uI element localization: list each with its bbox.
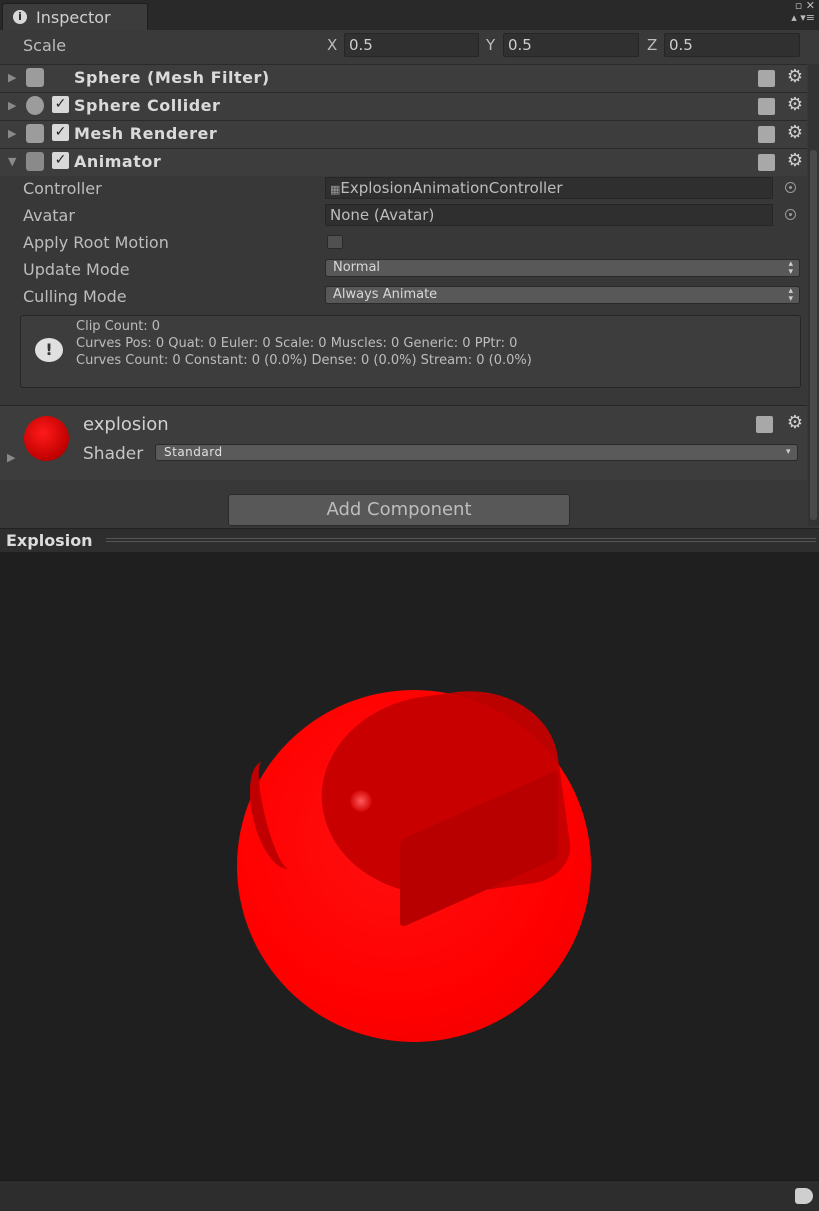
- material-section: explosion Shader Standard ▾ ▶ ⚙: [0, 405, 807, 480]
- book-icon[interactable]: [758, 98, 775, 115]
- culling-mode-dropdown[interactable]: Always Animate ▴ ▾: [325, 286, 800, 304]
- fold-arrow-icon[interactable]: ▶: [8, 99, 16, 112]
- scale-x-label[interactable]: X: [327, 36, 337, 54]
- tab-inspector-label: Inspector: [36, 8, 111, 27]
- controller-field[interactable]: ▦ExplosionAnimationController: [325, 177, 773, 199]
- add-component-button[interactable]: Add Component: [228, 494, 570, 526]
- component-animator[interactable]: ▼ ✓ Animator ⚙: [0, 148, 807, 176]
- dropdown-arrows-icon: ▴ ▾: [788, 286, 793, 304]
- controller-label: Controller: [23, 179, 102, 198]
- scale-label: Scale: [23, 36, 67, 55]
- info-line-curves-count: Curves Count: 0 Constant: 0 (0.0%) Dense…: [76, 353, 532, 368]
- gear-icon[interactable]: ⚙: [787, 412, 803, 433]
- scale-x-field[interactable]: 0.5: [344, 33, 479, 57]
- tab-inspector[interactable]: i Inspector: [2, 3, 148, 30]
- sphere-collider-icon: [26, 96, 44, 115]
- scale-y-field[interactable]: 0.5: [503, 33, 639, 57]
- animator-title: Animator: [74, 152, 162, 171]
- inspector-scrollbar-thumb[interactable]: [810, 150, 817, 520]
- culling-mode-label: Culling Mode: [23, 287, 127, 306]
- info-icon: i: [13, 10, 27, 24]
- fold-arrow-down-icon[interactable]: ▼: [8, 155, 16, 168]
- material-preview-thumbnail[interactable]: [24, 416, 69, 461]
- resize-grip[interactable]: [106, 538, 816, 544]
- mesh-renderer-title: Mesh Renderer: [74, 124, 218, 143]
- animator-controller-icon: ▦: [330, 183, 341, 196]
- window-menu-icon[interactable]: ▫ ✕ ▴ ▾≡: [791, 0, 815, 24]
- info-bubble-icon: !: [35, 338, 63, 362]
- tag-icon[interactable]: [795, 1188, 813, 1204]
- book-icon[interactable]: [756, 416, 773, 433]
- preview-title: Explosion: [6, 531, 93, 550]
- update-mode-value: Normal: [333, 260, 381, 275]
- tab-bar: i Inspector ▫ ✕ ▴ ▾≡: [0, 0, 819, 30]
- sphere-collider-title: Sphere Collider: [74, 96, 221, 115]
- checkmark-icon[interactable]: ✓: [52, 96, 69, 113]
- mesh-filter-icon: [26, 68, 44, 87]
- fold-arrow-icon[interactable]: ▶: [8, 71, 16, 84]
- component-mesh-renderer[interactable]: ▶ ✓ Mesh Renderer ⚙: [0, 120, 807, 148]
- chevron-down-icon: ▾: [785, 447, 791, 457]
- gear-icon[interactable]: ⚙: [787, 94, 803, 115]
- culling-mode-value: Always Animate: [333, 287, 438, 302]
- shader-label: Shader: [83, 444, 144, 464]
- update-mode-label: Update Mode: [23, 260, 130, 279]
- info-line-clip-count: Clip Count: 0: [76, 319, 161, 334]
- material-name: explosion: [83, 414, 169, 435]
- sphere-highlight: [350, 790, 372, 812]
- fold-arrow-icon[interactable]: ▶: [7, 451, 15, 464]
- mesh-filter-title: Sphere (Mesh Filter): [74, 68, 270, 87]
- controller-value: ExplosionAnimationController: [340, 179, 563, 197]
- shader-value: Standard: [164, 445, 223, 459]
- book-icon[interactable]: [758, 154, 775, 171]
- avatar-field[interactable]: None (Avatar): [325, 204, 773, 226]
- gear-icon[interactable]: ⚙: [787, 150, 803, 171]
- scale-y-label[interactable]: Y: [486, 36, 495, 54]
- gear-icon[interactable]: ⚙: [787, 122, 803, 143]
- fold-arrow-icon[interactable]: ▶: [8, 127, 16, 140]
- checkmark-icon[interactable]: ✓: [52, 124, 69, 141]
- component-sphere-collider[interactable]: ▶ ✓ Sphere Collider ⚙: [0, 92, 807, 120]
- gear-icon[interactable]: ⚙: [787, 66, 803, 87]
- avatar-label: Avatar: [23, 206, 75, 225]
- object-picker-icon[interactable]: [785, 182, 796, 193]
- object-picker-icon[interactable]: [785, 209, 796, 220]
- preview-header[interactable]: Explosion: [0, 528, 819, 552]
- apply-root-motion-checkbox[interactable]: [327, 235, 343, 249]
- component-mesh-filter[interactable]: ▶ Sphere (Mesh Filter) ⚙: [0, 64, 807, 92]
- info-line-curves-pos: Curves Pos: 0 Quat: 0 Euler: 0 Scale: 0 …: [76, 336, 518, 351]
- scale-z-label[interactable]: Z: [647, 36, 657, 54]
- mesh-renderer-icon: [26, 124, 44, 143]
- book-icon[interactable]: [758, 126, 775, 143]
- update-mode-dropdown[interactable]: Normal ▴ ▾: [325, 259, 800, 277]
- transform-scale-row: Scale X 0.5 Y 0.5 Z 0.5: [0, 30, 819, 64]
- checkmark-icon[interactable]: ✓: [52, 152, 69, 169]
- preview-footer: [0, 1180, 819, 1211]
- apply-root-motion-label: Apply Root Motion: [23, 233, 169, 252]
- dropdown-arrows-icon: ▴ ▾: [788, 259, 793, 277]
- book-icon[interactable]: [758, 70, 775, 87]
- animator-info-box: ! Clip Count: 0 Curves Pos: 0 Quat: 0 Eu…: [20, 315, 801, 388]
- animator-icon: [26, 152, 44, 171]
- shader-dropdown[interactable]: Standard ▾: [155, 444, 798, 461]
- scale-z-field[interactable]: 0.5: [664, 33, 800, 57]
